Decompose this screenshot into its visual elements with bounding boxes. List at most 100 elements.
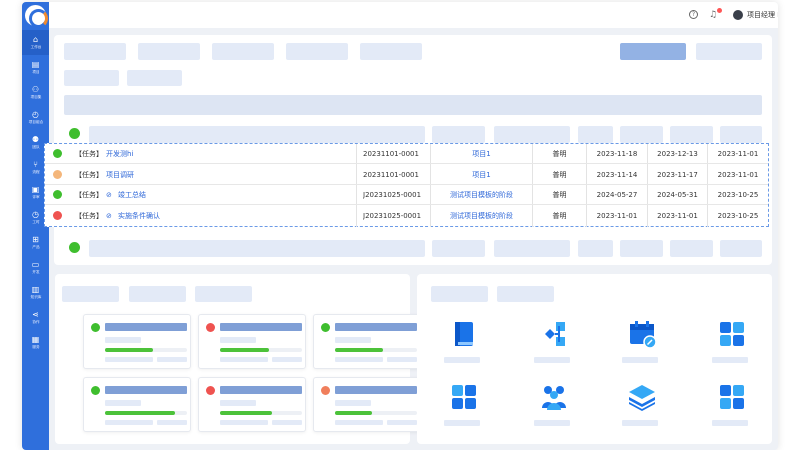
task-code: J20231025-0001 — [363, 211, 422, 220]
tab-placeholder[interactable] — [62, 286, 119, 302]
table-row[interactable]: 【任务】 项目调研 20231101-0001 项目1 普明 2023-11-14 2023… — [45, 165, 768, 185]
progress-bar — [220, 348, 302, 352]
sidebar-item-11[interactable]: ⋖ 协作 — [22, 305, 49, 330]
sidebar-item-9[interactable]: ▭ 开发 — [22, 255, 49, 280]
quick-action-book[interactable] — [439, 319, 489, 369]
avatar[interactable] — [733, 10, 743, 20]
status-dot — [53, 169, 62, 179]
row-placeholder — [620, 240, 663, 257]
project-card[interactable] — [83, 314, 191, 369]
card-subtitle-placeholder — [335, 337, 371, 343]
status-dot — [53, 190, 62, 199]
project-card[interactable] — [198, 314, 306, 369]
secondary-button[interactable] — [696, 43, 762, 60]
row-placeholder — [670, 126, 713, 143]
user-name[interactable]: 项目经理 PM — [747, 10, 778, 20]
sidebar-item-1[interactable]: ▤ 项目 — [22, 55, 49, 80]
tab-placeholder[interactable] — [64, 70, 119, 86]
service-icon: ▦ — [31, 335, 40, 344]
project-link[interactable]: 测试项目模板的阶段 — [431, 185, 532, 205]
sidebar-item-2[interactable]: ⚇ 项目集 — [22, 80, 49, 105]
quick-action-grid[interactable] — [707, 382, 757, 432]
start-date: 2023-11-01 — [596, 211, 638, 220]
table-row[interactable]: 【任务】 ⊘ 竣工总结 J20231025-0001 测试项目模板的阶段 普明 2024-0… — [45, 185, 768, 205]
top-header: ? ♫ 项目经理 PM — [49, 2, 778, 28]
project-card[interactable] — [198, 377, 306, 432]
table-row[interactable]: 【任务】 ⊘ 实施条件确认 J20231025-0001 测试项目模板的阶段 普明 2023… — [45, 206, 768, 226]
notification-badge — [717, 8, 722, 13]
progress-fill — [220, 348, 270, 352]
help-circle-icon[interactable]: ? — [689, 10, 698, 19]
sidebar-item-label: 团队 — [31, 144, 40, 149]
sidebar-item-10[interactable]: ▥ 知识库 — [22, 280, 49, 305]
sidebar-item-0[interactable]: ⌂ 工作台 — [22, 30, 49, 55]
share-icon: ⋖ — [32, 310, 39, 319]
app-logo[interactable] — [25, 5, 48, 28]
card-subtitle-placeholder — [105, 337, 141, 343]
quick-action-flow-diagram[interactable] — [529, 319, 579, 369]
tab-placeholder[interactable] — [431, 286, 488, 302]
sidebar-item-12[interactable]: ▦ 服务 — [22, 330, 49, 355]
sidebar-item-label: 开发 — [31, 269, 40, 274]
project-card[interactable] — [83, 377, 191, 432]
status-dot — [321, 323, 330, 332]
primary-button[interactable] — [620, 43, 686, 60]
tab-placeholder[interactable] — [127, 70, 182, 86]
sidebar-item-label: 流程 — [31, 169, 40, 174]
task-title-link[interactable]: 竣工总结 — [118, 185, 146, 205]
project-card[interactable] — [313, 314, 421, 369]
row-placeholder — [578, 240, 613, 257]
task-title-link[interactable]: 项目调研 — [106, 165, 134, 185]
task-type: 【任务】 — [75, 170, 103, 179]
link-icon: ⊘ — [106, 211, 112, 220]
quick-action-apps[interactable] — [439, 382, 489, 432]
progress-fill — [335, 348, 383, 352]
bell-icon[interactable]: ♫ — [709, 10, 717, 20]
quick-action-team[interactable] — [529, 382, 579, 432]
status-dot — [206, 323, 215, 332]
quick-action-calendar-edit[interactable] — [617, 319, 667, 369]
sidebar-item-8[interactable]: ⊞ 产品 — [22, 230, 49, 255]
card-meta-placeholder — [220, 357, 268, 362]
progress-fill — [220, 411, 272, 415]
table-row[interactable]: 【任务】 开发测hi 20231101-0001 项目1 普明 2023-11-18 202… — [45, 144, 768, 164]
quick-action-panel — [417, 274, 772, 444]
quick-action-label-placeholder — [444, 357, 480, 363]
project-link[interactable]: 测试项目模板的阶段 — [431, 206, 532, 226]
sidebar-item-label: 工时 — [31, 219, 40, 224]
task-type: 【任务】 — [75, 211, 103, 220]
card-meta-placeholder — [335, 420, 383, 425]
task-title-link[interactable]: 开发测hi — [106, 144, 133, 164]
sidebar-item-label: 工作台 — [30, 44, 41, 49]
task-title-link[interactable]: 实施条件确认 — [118, 206, 160, 226]
task-table: 【任务】 开发测hi 20231101-0001 项目1 普明 2023-11-18 202… — [44, 143, 769, 227]
progress-bar — [105, 411, 187, 415]
project-card[interactable] — [313, 377, 421, 432]
tab-placeholder[interactable] — [497, 286, 554, 302]
card-meta-placeholder — [272, 420, 302, 425]
quick-action-grid[interactable] — [707, 319, 757, 369]
filter-placeholder — [64, 43, 126, 60]
task-type: 【任务】 — [75, 150, 103, 158]
quick-action-layers[interactable] — [617, 382, 667, 432]
sidebar-item-3[interactable]: ◴ 项目组合 — [22, 105, 49, 130]
row-placeholder — [432, 240, 485, 257]
created-date: 2023-10-25 — [717, 211, 759, 220]
book-icon: ▥ — [31, 285, 40, 294]
home-icon: ⌂ — [32, 35, 39, 44]
card-meta-placeholder — [157, 357, 187, 362]
project-card-panel — [55, 274, 421, 444]
task-owner: 普明 — [552, 150, 567, 158]
flow-icon: ⑂ — [33, 160, 38, 169]
task-code: 20231101-0001 — [363, 170, 419, 179]
progress-bar — [335, 348, 417, 352]
status-dot — [69, 128, 80, 139]
tab-placeholder[interactable] — [129, 286, 186, 302]
end-date: 2024-05-31 — [657, 191, 698, 199]
sidebar-item-label: 产品 — [31, 244, 40, 249]
project-link[interactable]: 项目1 — [431, 144, 532, 164]
card-meta-placeholder — [335, 357, 383, 362]
quick-action-label-placeholder — [622, 357, 658, 363]
tab-placeholder[interactable] — [195, 286, 252, 302]
project-link[interactable]: 项目1 — [431, 165, 532, 185]
